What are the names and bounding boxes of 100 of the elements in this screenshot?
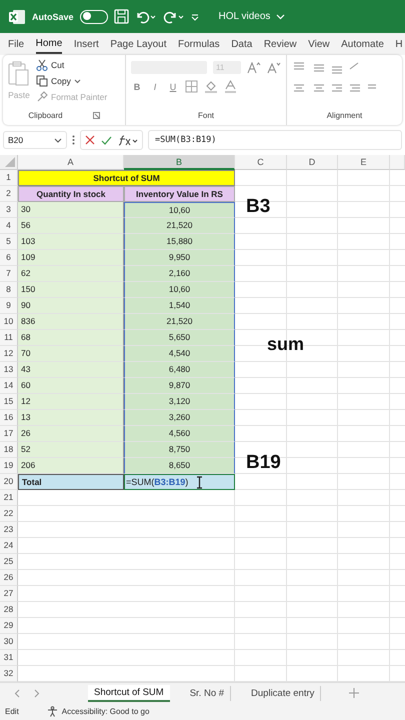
row-number[interactable]: 31 <box>0 650 18 666</box>
row-number[interactable]: 6 <box>0 250 18 266</box>
redo-icon[interactable] <box>162 10 185 24</box>
add-icon[interactable] <box>349 688 360 698</box>
grow-font-icon[interactable] <box>247 62 261 74</box>
table-cell: 6,480 <box>124 362 235 378</box>
chevron-right-icon[interactable] <box>34 688 40 698</box>
borders-icon[interactable] <box>185 80 198 93</box>
formula-field[interactable]: =SUM(B3:B19) <box>148 130 402 150</box>
row-number[interactable]: 14 <box>0 378 18 394</box>
autosave-label: AutoSave <box>32 12 74 22</box>
italic-button[interactable]: I <box>149 82 161 92</box>
menu-tab[interactable]: Automate <box>341 36 384 52</box>
chevron-left-icon[interactable] <box>14 688 20 698</box>
row-number[interactable]: 9 <box>0 298 18 314</box>
row-number[interactable]: 4 <box>0 218 18 234</box>
underline-button[interactable]: U <box>167 82 179 92</box>
menu-tab[interactable]: File <box>8 36 24 52</box>
more-icon[interactable] <box>72 135 75 145</box>
table-header-cell: Quantity In stock <box>18 186 124 202</box>
column-header[interactable]: E <box>338 155 390 170</box>
column-header[interactable]: B <box>124 155 235 170</box>
status-mode: Edit <box>5 707 19 716</box>
name-box[interactable]: B20 <box>3 131 67 149</box>
sheet-tab[interactable]: Shortcut of SUM <box>88 684 170 702</box>
clipboard-icon[interactable] <box>8 61 30 87</box>
dialog-launcher-icon[interactable] <box>92 112 100 119</box>
row-number[interactable]: 26 <box>0 570 18 586</box>
row-number[interactable]: 5 <box>0 234 18 250</box>
table-cell: 70 <box>18 346 124 362</box>
customize-icon[interactable] <box>190 12 199 20</box>
menu-tab[interactable]: Review <box>264 36 297 52</box>
cut-button[interactable]: Cut <box>51 60 64 70</box>
row-number[interactable]: 13 <box>0 362 18 378</box>
row-number[interactable]: 2 <box>0 186 18 202</box>
row-number[interactable]: 15 <box>0 394 18 410</box>
table-cell: 5,650 <box>124 330 235 346</box>
table-cell: 52 <box>18 442 124 458</box>
document-title[interactable]: HOL videos <box>218 11 270 22</box>
row-number[interactable]: 28 <box>0 602 18 618</box>
menu-tab[interactable]: Data <box>231 36 252 52</box>
caret-icon[interactable] <box>54 138 62 142</box>
menu-tab[interactable]: Page Layout <box>110 36 166 52</box>
row-number[interactable]: 3 <box>0 202 18 218</box>
accessibility-icon[interactable] <box>46 706 58 717</box>
row-number[interactable]: 20 <box>0 474 18 490</box>
accessibility-status[interactable]: Accessibility: Good to go <box>62 707 150 716</box>
corner-triangle-icon <box>5 157 15 167</box>
row-number[interactable]: 24 <box>0 538 18 554</box>
row-number[interactable]: 8 <box>0 282 18 298</box>
title-cell: Shortcut of SUM <box>18 170 235 186</box>
caret-icon[interactable] <box>74 78 81 84</box>
row-number[interactable]: 21 <box>0 490 18 506</box>
autosave-toggle[interactable] <box>80 10 108 24</box>
table-cell: 43 <box>18 362 124 378</box>
table-cell: 2,160 <box>124 266 235 282</box>
chevron-down-icon[interactable] <box>276 14 286 20</box>
row-number[interactable]: 27 <box>0 586 18 602</box>
column-header[interactable]: A <box>18 155 124 170</box>
formula-cell[interactable]: =SUM(B3:B19) <box>124 474 235 490</box>
row-number[interactable]: 17 <box>0 426 18 442</box>
row-number[interactable]: 12 <box>0 346 18 362</box>
sheet-tab[interactable]: Sr. No # <box>184 686 232 700</box>
table-cell: 150 <box>18 282 124 298</box>
row-number[interactable]: 7 <box>0 266 18 282</box>
row-number[interactable]: 22 <box>0 506 18 522</box>
row-number[interactable]: 16 <box>0 410 18 426</box>
sheet-tab[interactable]: Duplicate entry <box>245 686 322 700</box>
menu-tab[interactable]: Insert <box>74 36 99 52</box>
check-icon[interactable] <box>101 136 112 144</box>
menu-tab[interactable]: View <box>308 36 330 52</box>
menu-tab[interactable]: H <box>395 36 403 52</box>
row-number[interactable]: 32 <box>0 666 18 682</box>
save-icon[interactable] <box>114 9 129 24</box>
row-number[interactable]: 10 <box>0 314 18 330</box>
bold-button[interactable]: B <box>131 82 143 92</box>
table-cell: 90 <box>18 298 124 314</box>
row-number[interactable]: 23 <box>0 522 18 538</box>
row-number[interactable]: 29 <box>0 618 18 634</box>
table-cell: 8,750 <box>124 442 235 458</box>
undo-icon[interactable] <box>134 10 157 24</box>
row-number[interactable]: 11 <box>0 330 18 346</box>
table-cell: 26 <box>18 426 124 442</box>
column-header[interactable]: D <box>287 155 338 170</box>
row-number[interactable]: 30 <box>0 634 18 650</box>
close-icon[interactable] <box>85 135 95 145</box>
row-number[interactable]: 19 <box>0 458 18 474</box>
row-number[interactable]: 1 <box>0 170 18 186</box>
table-cell: 9,870 <box>124 378 235 394</box>
function-icon[interactable] <box>118 134 138 146</box>
table-cell: 60 <box>18 378 124 394</box>
copy-button[interactable]: Copy <box>51 76 71 86</box>
fill-color-icon[interactable] <box>204 80 218 93</box>
row-number[interactable]: 25 <box>0 554 18 570</box>
row-number[interactable]: 18 <box>0 442 18 458</box>
font-color-icon[interactable] <box>224 80 237 93</box>
shrink-font-icon[interactable] <box>267 62 281 74</box>
column-header[interactable]: C <box>235 155 287 170</box>
menu-tab[interactable]: Formulas <box>178 36 220 52</box>
table-cell: 9,950 <box>124 250 235 266</box>
